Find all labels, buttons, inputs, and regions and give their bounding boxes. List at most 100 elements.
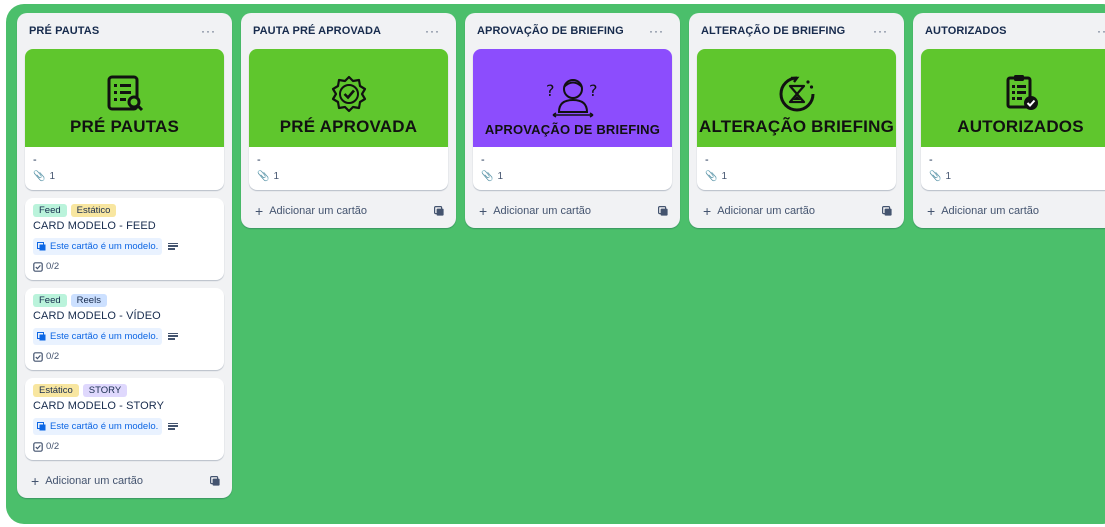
template-row: Este cartão é um modelo. bbox=[33, 238, 216, 255]
paperclip-icon: 📎 bbox=[929, 171, 942, 182]
attachment-badge: 📎 1 bbox=[257, 171, 440, 182]
board: PRÉ PAUTAS ··· PRÉ PAUTAS - 📎 1 Feed Est… bbox=[6, 4, 1105, 524]
list-pauta-pre-aprovada: PAUTA PRÉ APROVADA ··· PRÉ APROVADA - 📎 bbox=[241, 13, 456, 228]
card-labels: Estático STORY bbox=[33, 384, 216, 397]
card-cover: PRÉ PAUTAS bbox=[25, 49, 224, 147]
cover-card[interactable]: ? ? APROVAÇÃO DE BRIEFING - 📎 1 bbox=[473, 49, 672, 190]
card-cover: ? ? APROVAÇÃO DE BRIEFING bbox=[473, 49, 672, 147]
attachment-count: 1 bbox=[49, 171, 56, 182]
card-description: - bbox=[929, 154, 933, 166]
list-title[interactable]: PAUTA PRÉ APROVADA bbox=[253, 25, 381, 37]
person-question-icon: ? ? bbox=[546, 79, 597, 118]
list-menu-button[interactable]: ··· bbox=[421, 24, 444, 38]
description-icon bbox=[168, 332, 179, 341]
template-badge: Este cartão é um modelo. bbox=[33, 328, 163, 345]
template-card[interactable]: Feed Reels CARD MODELO - VÍDEO Este cart… bbox=[25, 288, 224, 370]
list-header[interactable]: APROVAÇÃO DE BRIEFING ··· bbox=[473, 13, 672, 49]
checklist-badge: 0/2 bbox=[33, 441, 216, 452]
template-row: Este cartão é um modelo. bbox=[33, 328, 216, 345]
card-body: Feed Reels CARD MODELO - VÍDEO Este cart… bbox=[25, 288, 224, 370]
create-from-template-icon[interactable] bbox=[434, 206, 444, 216]
cover-title: ALTERAÇÃO BRIEFING bbox=[699, 117, 894, 136]
template-card[interactable]: Estático STORY CARD MODELO - STORY Este … bbox=[25, 378, 224, 460]
list-alteracao-de-briefing: ALTERAÇÃO DE BRIEFING ··· ALTERAÇÃO BRIE… bbox=[689, 13, 904, 228]
card-body: - 📎 1 bbox=[473, 147, 672, 190]
list-header[interactable]: ALTERAÇÃO DE BRIEFING ··· bbox=[697, 13, 896, 49]
card-description: - bbox=[481, 154, 485, 166]
card-title: CARD MODELO - VÍDEO bbox=[33, 310, 161, 322]
template-badge: Este cartão é um modelo. bbox=[33, 418, 163, 435]
card-body: - 📎 1 bbox=[25, 147, 224, 190]
paperclip-icon: 📎 bbox=[33, 171, 46, 182]
template-card-icon bbox=[37, 332, 46, 341]
paperclip-icon: 📎 bbox=[257, 171, 270, 182]
cover-card[interactable]: ALTERAÇÃO BRIEFING - 📎 1 bbox=[697, 49, 896, 190]
card-labels: Feed Reels bbox=[33, 294, 216, 307]
approved-badge-icon bbox=[331, 75, 366, 113]
label-story[interactable]: STORY bbox=[82, 384, 128, 397]
card-labels: Feed Estático bbox=[33, 204, 216, 217]
create-from-template-icon[interactable] bbox=[210, 476, 220, 486]
attachment-badge: 📎 1 bbox=[33, 171, 216, 182]
template-text: Este cartão é um modelo. bbox=[50, 241, 159, 252]
template-card-icon bbox=[37, 422, 46, 431]
checklist-badge: 0/2 bbox=[33, 261, 216, 272]
list-title[interactable]: AUTORIZADOS bbox=[925, 25, 1007, 37]
list-header[interactable]: PRÉ PAUTAS ··· bbox=[25, 13, 224, 49]
card-body: Feed Estático CARD MODELO - FEED Este ca… bbox=[25, 198, 224, 280]
add-card-label: Adicionar um cartão bbox=[269, 205, 368, 217]
paperclip-icon: 📎 bbox=[481, 171, 494, 182]
checklist-icon bbox=[33, 351, 43, 362]
card-body: - 📎 1 bbox=[249, 147, 448, 190]
checklist-count: 0/2 bbox=[46, 261, 60, 272]
cover-card[interactable]: PRÉ PAUTAS - 📎 1 bbox=[25, 49, 224, 190]
add-card-button[interactable]: + Adicionar um cartão bbox=[31, 474, 143, 488]
attachment-badge: 📎 1 bbox=[929, 171, 1105, 182]
label-estatico[interactable]: Estático bbox=[33, 384, 79, 397]
plus-icon: + bbox=[703, 203, 712, 219]
add-card-button[interactable]: + Adicionar um cartão bbox=[927, 203, 1039, 219]
paperclip-icon: 📎 bbox=[705, 171, 718, 182]
label-feed[interactable]: Feed bbox=[33, 294, 67, 307]
create-from-template-icon[interactable] bbox=[882, 206, 892, 216]
template-badge: Este cartão é um modelo. bbox=[33, 238, 163, 255]
list-title[interactable]: APROVAÇÃO DE BRIEFING bbox=[477, 25, 624, 37]
label-feed[interactable]: Feed bbox=[33, 204, 67, 217]
template-card[interactable]: Feed Estático CARD MODELO - FEED Este ca… bbox=[25, 198, 224, 280]
list-aprovacao-de-briefing: APROVAÇÃO DE BRIEFING ··· ? ? APROVAÇÃO … bbox=[465, 13, 680, 228]
attachment-count: 1 bbox=[497, 171, 504, 182]
list-menu-button[interactable]: ··· bbox=[645, 24, 668, 38]
list-menu-button[interactable]: ··· bbox=[1093, 24, 1105, 38]
cover-title: APROVAÇÃO DE BRIEFING bbox=[484, 122, 661, 137]
add-card-label: Adicionar um cartão bbox=[717, 205, 816, 217]
card-body: - 📎 1 bbox=[921, 147, 1105, 190]
list-header[interactable]: PAUTA PRÉ APROVADA ··· bbox=[249, 13, 448, 49]
add-card-button[interactable]: + Adicionar um cartão bbox=[703, 203, 816, 219]
list-title[interactable]: PRÉ PAUTAS bbox=[29, 25, 99, 37]
plus-icon: + bbox=[255, 203, 264, 219]
clipboard-check-icon bbox=[1006, 75, 1038, 110]
plus-icon: + bbox=[927, 203, 936, 219]
create-from-template-icon[interactable] bbox=[658, 206, 668, 216]
list-menu-button[interactable]: ··· bbox=[197, 24, 220, 38]
add-card-button[interactable]: + Adicionar um cartão bbox=[479, 204, 591, 218]
checklist-search-icon bbox=[107, 75, 143, 112]
card-cover: AUTORIZADOS bbox=[921, 49, 1105, 147]
board-lists: PRÉ PAUTAS ··· PRÉ PAUTAS - 📎 1 Feed Est… bbox=[17, 13, 1105, 498]
add-card-row: + Adicionar um cartão bbox=[697, 198, 896, 220]
list-title[interactable]: ALTERAÇÃO DE BRIEFING bbox=[701, 25, 845, 37]
list-autorizados: AUTORIZADOS ··· AUTORIZADOS bbox=[913, 13, 1105, 228]
add-card-row: + Adicionar um cartão bbox=[25, 468, 224, 490]
description-icon bbox=[168, 242, 179, 251]
cover-card[interactable]: PRÉ APROVADA - 📎 1 bbox=[249, 49, 448, 190]
card-cover: PRÉ APROVADA bbox=[249, 49, 448, 147]
label-reels[interactable]: Reels bbox=[70, 294, 107, 307]
add-card-button[interactable]: + Adicionar um cartão bbox=[255, 203, 368, 219]
template-row: Este cartão é um modelo. bbox=[33, 418, 216, 435]
label-estatico[interactable]: Estático bbox=[70, 204, 117, 217]
attachment-count: 1 bbox=[945, 171, 952, 182]
card-title: CARD MODELO - STORY bbox=[33, 400, 165, 412]
list-header[interactable]: AUTORIZADOS ··· bbox=[921, 13, 1105, 49]
cover-card[interactable]: AUTORIZADOS - 📎 1 bbox=[921, 49, 1105, 190]
list-menu-button[interactable]: ··· bbox=[869, 24, 892, 38]
